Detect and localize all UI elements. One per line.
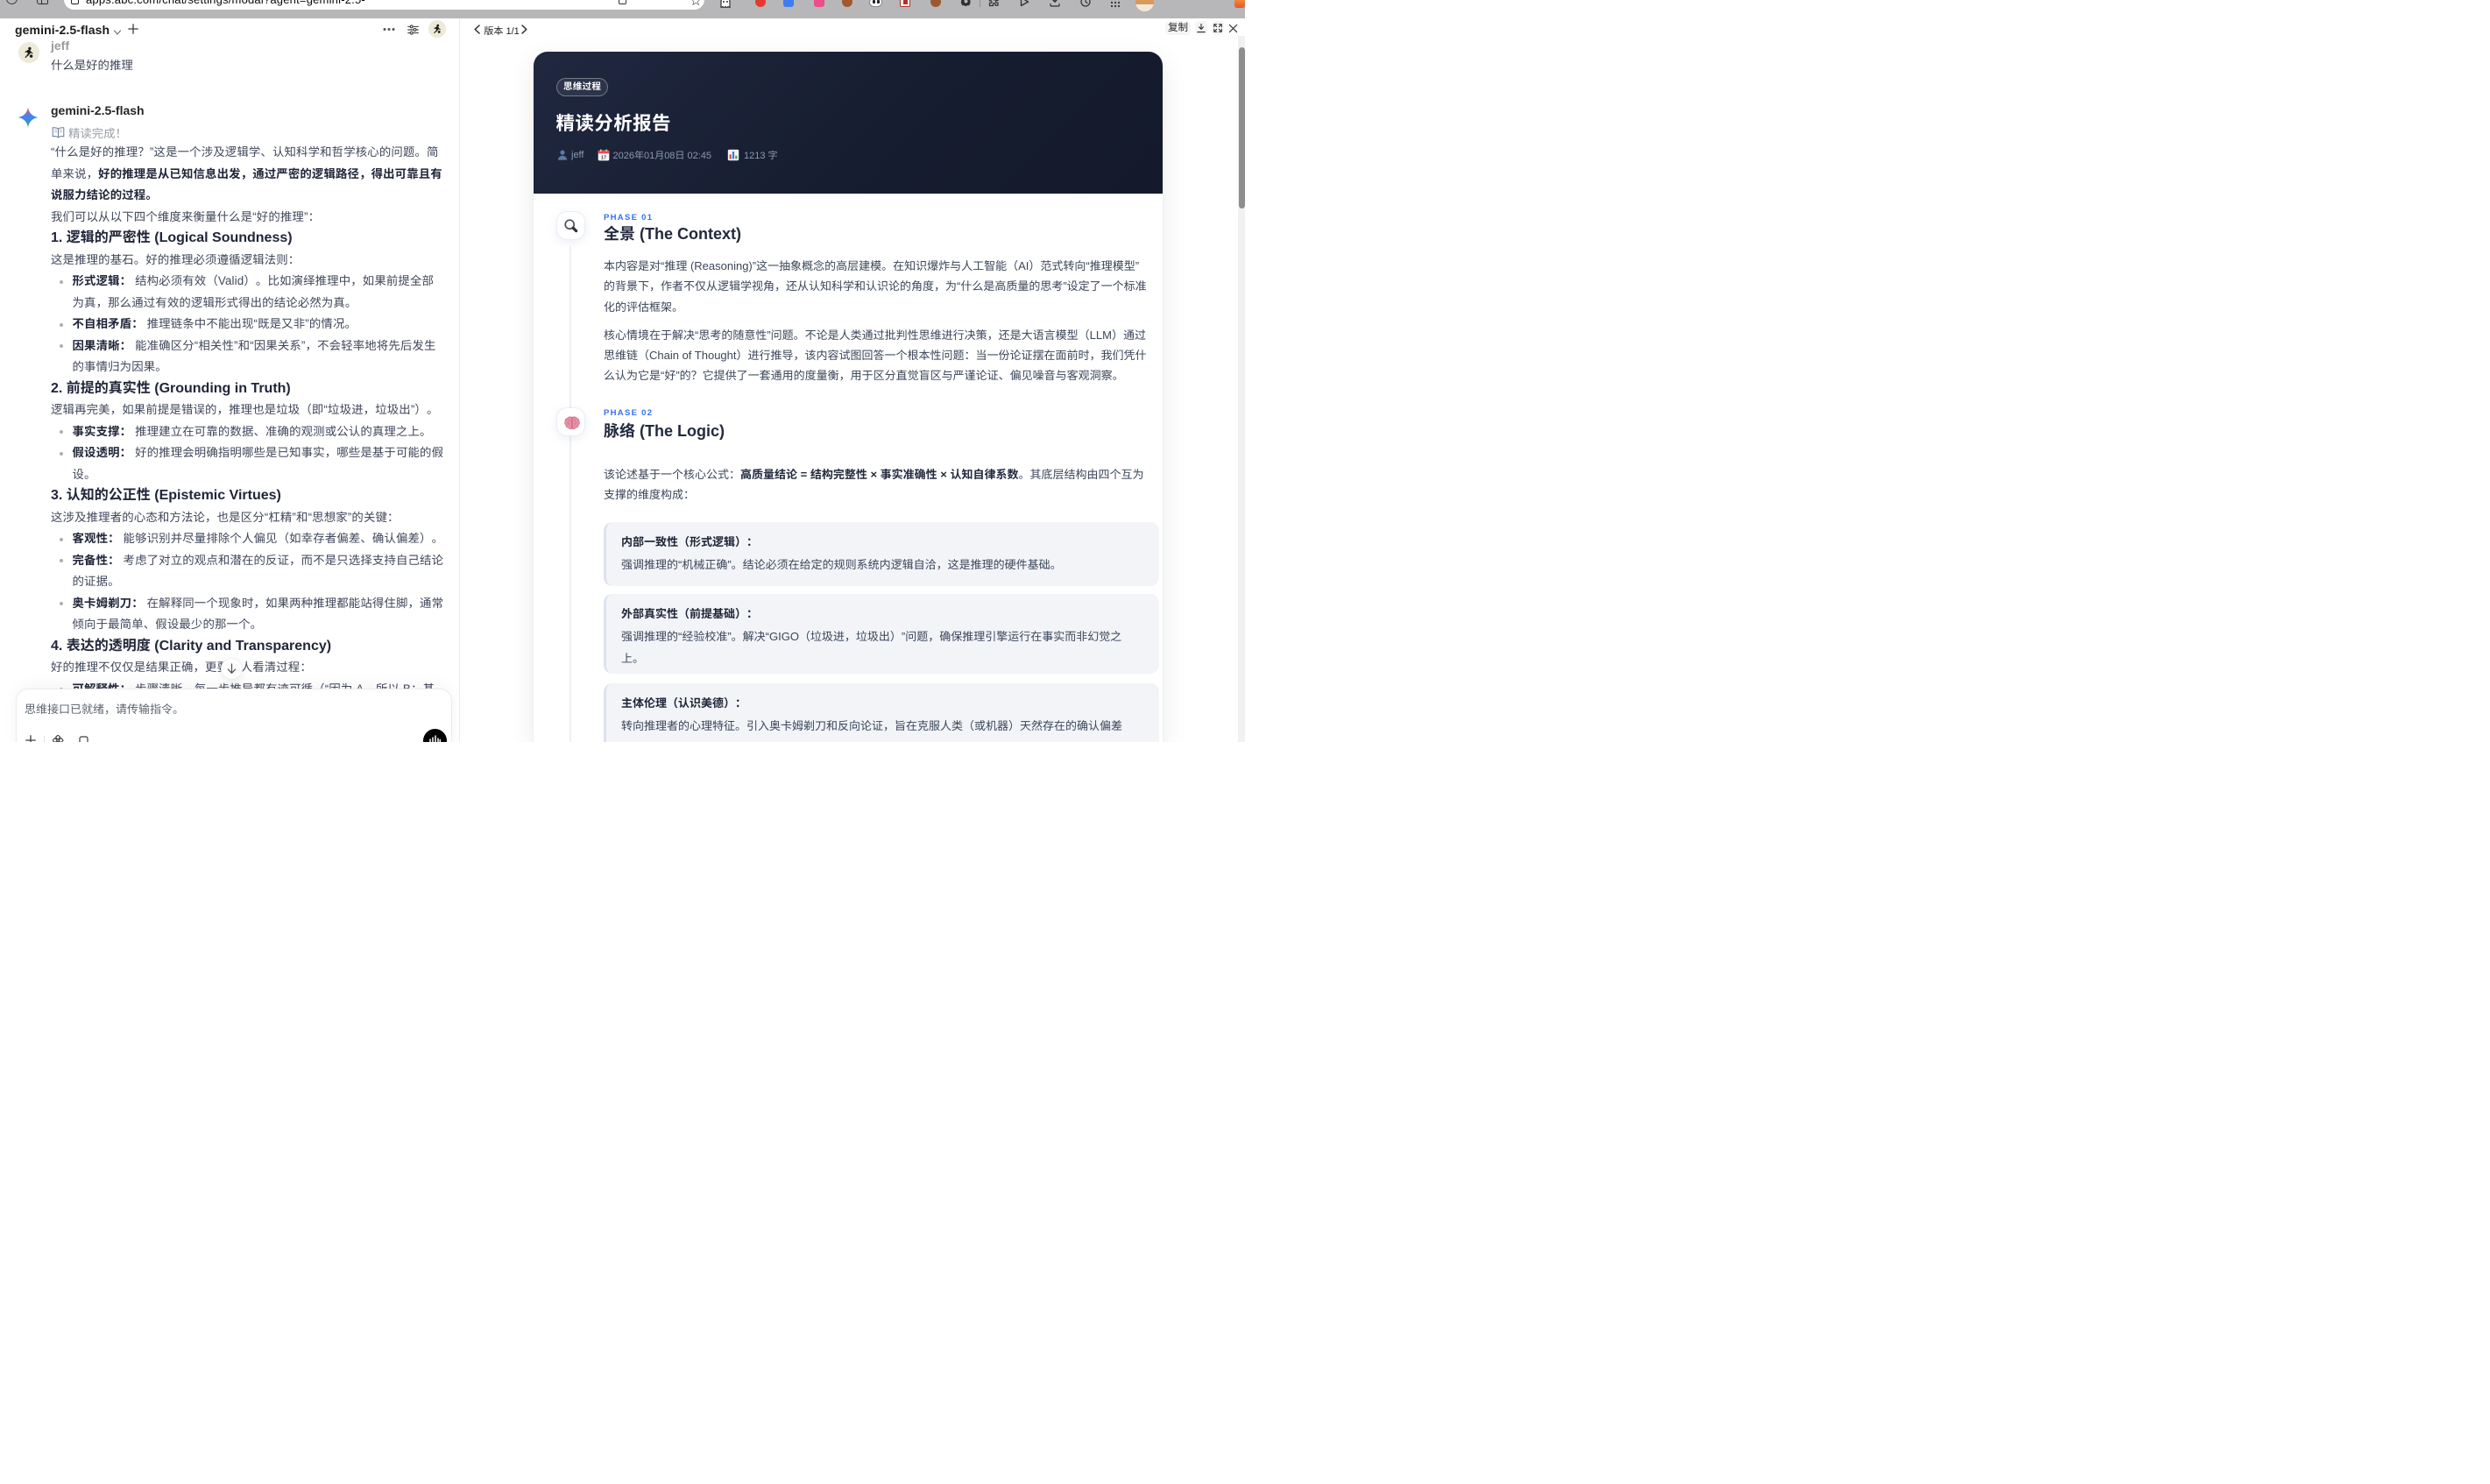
svg-text:17: 17 (601, 155, 606, 160)
